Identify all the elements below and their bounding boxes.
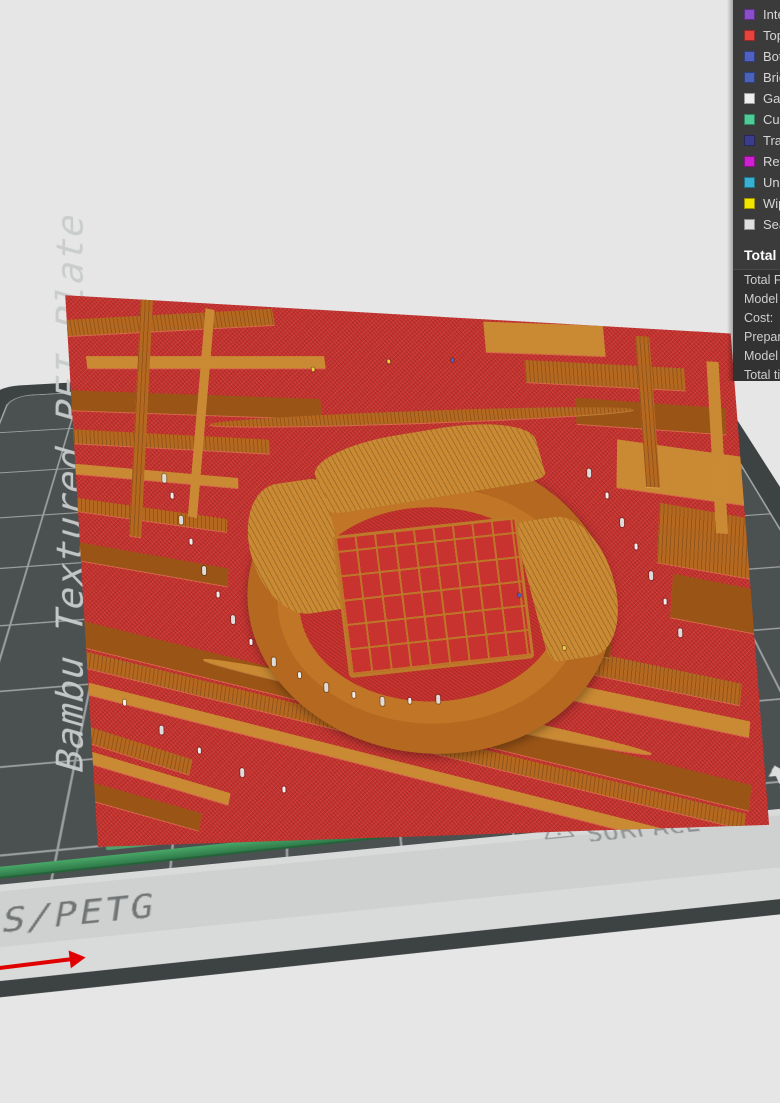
legend-item-label: Unretractions — [763, 175, 780, 190]
legend-item-label: Retractions — [763, 154, 780, 169]
legend-swatch — [744, 114, 755, 125]
legend-item-label: Travel — [763, 133, 780, 148]
legend-item-top-surface[interactable]: Top surface — [733, 25, 780, 46]
legend-item-label: Bridge infill — [763, 70, 780, 85]
legend-swatch — [744, 135, 755, 146]
stat-model-filament: Model Filament: — [744, 291, 780, 306]
stat-prepare-time: Prepare time: — [744, 329, 780, 344]
sliced-model[interactable] — [60, 300, 765, 880]
legend-swatch — [744, 177, 755, 188]
legend-item-retractions[interactable]: Retractions — [733, 151, 780, 172]
legend-feature-list[interactable]: Internal infill Top surface Bottom surfa… — [733, 0, 780, 235]
legend-swatch — [744, 198, 755, 209]
legend-item-label: Custom — [763, 112, 780, 127]
legend-swatch — [744, 93, 755, 104]
legend-item-gap-infill[interactable]: Gap infill — [733, 88, 780, 109]
legend-swatch — [744, 156, 755, 167]
legend-item-label: Internal infill — [763, 7, 780, 22]
legend-item-wipe[interactable]: Wipe — [733, 193, 780, 214]
legend-swatch — [744, 51, 755, 62]
slicer-viewport[interactable]: PLA/ABS/PETG HOT SURFACE — [0, 0, 780, 1103]
legend-item-bridge-infill[interactable]: Bridge infill — [733, 67, 780, 88]
legend-item-travel[interactable]: Travel — [733, 130, 780, 151]
stat-cost: Cost: — [744, 310, 774, 325]
legend-item-bottom-surface[interactable]: Bottom surface — [733, 46, 780, 67]
legend-item-label: Wipe — [763, 196, 780, 211]
legend-swatch — [744, 30, 755, 41]
legend-item-internal-infill[interactable]: Internal infill — [733, 4, 780, 25]
legend-total-header: Total — [733, 242, 780, 269]
stat-total-filament: Total Filament: — [744, 272, 780, 287]
legend-swatch — [744, 9, 755, 20]
legend-swatch — [744, 219, 755, 230]
stat-total-time: Total time: — [744, 367, 780, 382]
legend-item-unretractions[interactable]: Unretractions — [733, 172, 780, 193]
legend-item-label: Bottom surface — [763, 49, 780, 64]
stat-model-printing-time: Model printing time: — [744, 348, 780, 363]
legend-item-label: Gap infill — [763, 91, 780, 106]
legend-item-label: Top surface — [763, 28, 780, 43]
model-toolpaths[interactable] — [54, 262, 771, 918]
legend-item-custom[interactable]: Custom — [733, 109, 780, 130]
3d-viewport[interactable]: PLA/ABS/PETG HOT SURFACE — [0, 0, 780, 1103]
legend-item-seams[interactable]: Seams — [733, 214, 780, 235]
legend-item-label: Seams — [763, 217, 780, 232]
stadium-pitch — [332, 516, 535, 678]
legend-swatch — [744, 72, 755, 83]
legend-panel[interactable]: Internal infill Top surface Bottom surfa… — [733, 0, 780, 381]
legend-stats: Total Filament: Model Filament: Cost: Pr… — [733, 269, 780, 381]
